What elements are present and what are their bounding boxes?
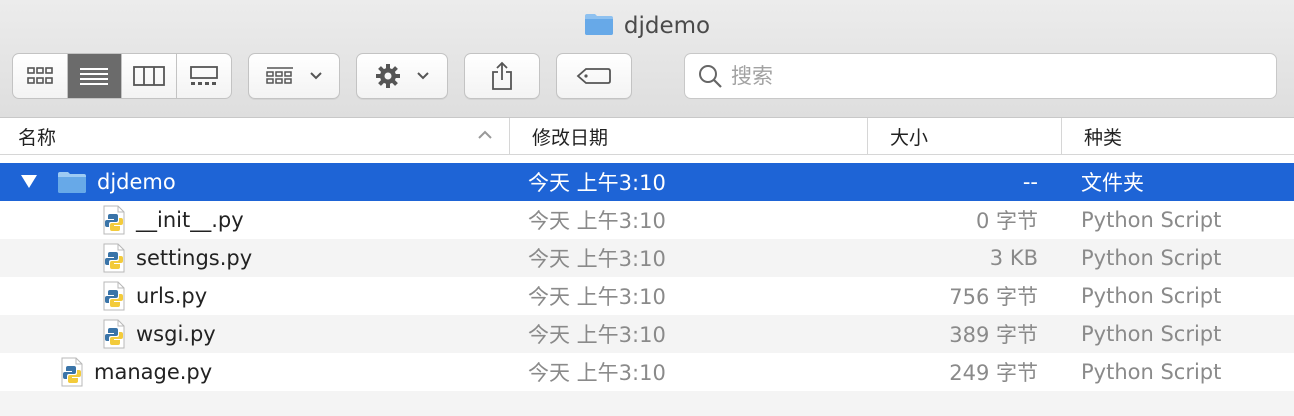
chevron-down-icon [310,72,322,80]
row-kind: 文件夹 [1081,171,1144,195]
empty-row [0,391,1294,416]
row-name-label: __init__.py [136,208,244,232]
python-file-icon [103,243,125,273]
search-input[interactable] [731,64,1231,88]
file-list: djdemo 今天 上午3:10 -- 文件夹 __init__.py 今天 上… [0,155,1294,416]
row-name: manage.py [60,353,212,391]
row-name: urls.py [102,277,207,315]
row-size: 756 字节 [949,285,1038,309]
column-header: 名称 修改日期 大小 种类 [0,118,1294,155]
row-date: 今天 上午3:10 [528,285,666,309]
gallery-icon [189,66,218,85]
table-row[interactable]: djdemo 今天 上午3:10 -- 文件夹 [0,163,1294,201]
row-name-label: settings.py [136,246,253,270]
finder-window: djdemo 搜索 名称 修改日期 大小 种类 djdemo 今天 上午3:10… [0,0,1294,416]
row-name: djdemo [57,163,176,201]
row-name: __init__.py [102,201,244,239]
table-row[interactable]: settings.py 今天 上午3:10 3 KB Python Script [0,239,1294,277]
row-name-label: djdemo [97,170,176,194]
window-title: djdemo [623,13,711,39]
row-name-label: urls.py [136,284,208,308]
list-view-button[interactable] [67,54,122,98]
column-date-header[interactable]: 修改日期 [510,118,868,155]
row-kind: Python Script [1081,360,1222,384]
row-date: 今天 上午3:10 [528,247,666,271]
row-size: -- [1022,170,1038,194]
column-name-label: 名称 [18,127,57,149]
action-menu-button[interactable] [356,53,448,99]
row-name: settings.py [102,239,252,277]
view-mode-control [12,53,232,99]
folder-icon [58,172,86,193]
python-file-icon [103,281,125,311]
column-name-header[interactable]: 名称 [0,118,510,155]
row-size: 249 字节 [949,361,1038,385]
column-kind-header[interactable]: 种类 [1062,118,1294,155]
group-by-button[interactable] [248,53,340,99]
columns-icon [132,66,165,86]
icon-grid-icon [26,67,53,84]
table-row[interactable]: urls.py 今天 上午3:10 756 字节 Python Script [0,277,1294,315]
python-file-icon [61,357,83,387]
column-kind-label: 种类 [1084,127,1123,149]
row-date: 今天 上午3:10 [528,323,666,347]
group-grid-icon [266,67,293,84]
window-chrome: djdemo [0,0,1294,118]
toolbar [0,53,1294,99]
share-icon [492,61,512,90]
tag-icon [576,68,611,84]
search-icon [699,65,722,88]
row-kind: Python Script [1081,284,1222,308]
python-file-icon [103,205,125,235]
titlebar: djdemo [0,8,1294,44]
column-view-button[interactable] [122,54,177,98]
column-size-header[interactable]: 大小 [868,118,1062,155]
icon-view-button[interactable] [13,54,68,98]
gear-icon [376,64,400,88]
row-name: wsgi.py [102,315,216,353]
share-button[interactable] [464,53,540,99]
list-lines-icon [80,68,109,85]
table-row[interactable]: __init__.py 今天 上午3:10 0 字节 Python Script [0,201,1294,239]
row-kind: Python Script [1081,322,1222,346]
row-kind: Python Script [1081,246,1222,270]
table-row[interactable]: manage.py 今天 上午3:10 249 字节 Python Script [0,353,1294,391]
row-size: 389 字节 [949,323,1038,347]
chevron-down-icon [417,72,429,80]
row-date: 今天 上午3:10 [528,171,666,195]
row-size: 3 KB [989,246,1038,270]
row-name-label: wsgi.py [136,322,216,346]
table-row[interactable]: wsgi.py 今天 上午3:10 389 字节 Python Script [0,315,1294,353]
row-date: 今天 上午3:10 [528,209,666,233]
folder-icon [584,12,614,40]
row-kind: Python Script [1081,208,1222,232]
row-date: 今天 上午3:10 [528,361,666,385]
column-date-label: 修改日期 [532,127,609,149]
row-name-label: manage.py [94,360,213,384]
python-file-icon [103,319,125,349]
tags-button[interactable] [556,53,632,99]
disclosure-triangle-icon[interactable] [20,173,38,189]
sort-ascending-icon [478,130,492,139]
search-field[interactable] [684,53,1277,99]
row-size: 0 字节 [975,209,1038,233]
gallery-view-button[interactable] [177,54,232,98]
column-size-label: 大小 [890,127,929,149]
